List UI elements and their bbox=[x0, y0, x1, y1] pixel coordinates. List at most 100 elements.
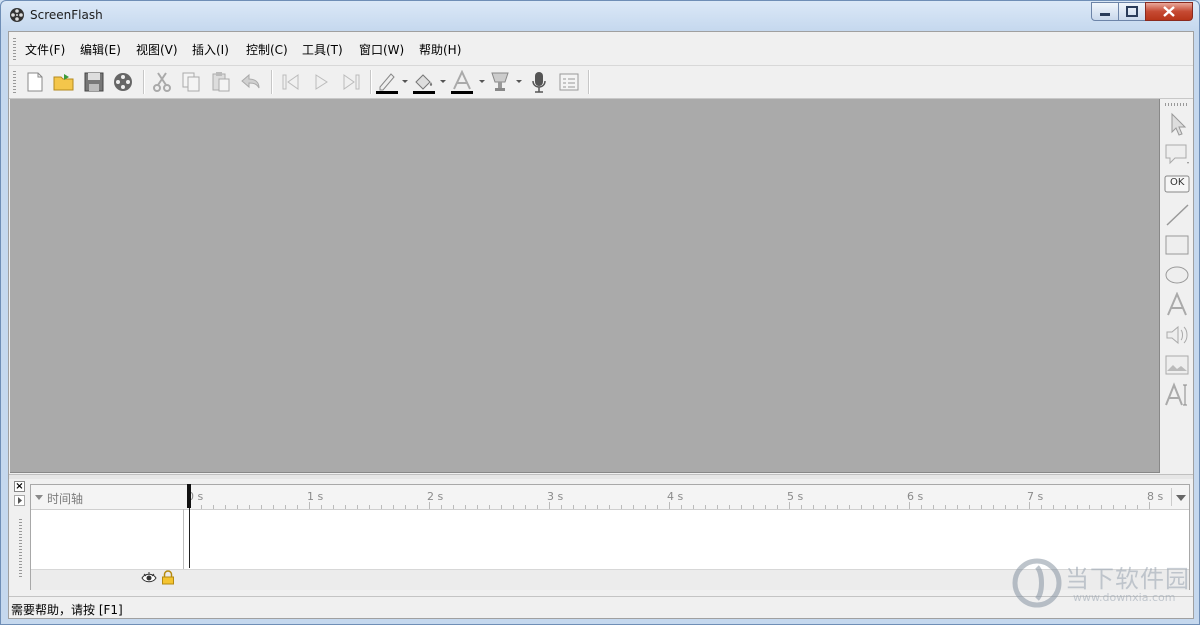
menu-window[interactable]: 窗口(W) bbox=[359, 41, 404, 58]
playhead-handle[interactable] bbox=[187, 484, 191, 508]
ruler-minor-tick bbox=[693, 505, 694, 509]
text-color-button[interactable] bbox=[450, 69, 474, 94]
ruler-minor-tick bbox=[405, 505, 406, 509]
line-color-button[interactable] bbox=[375, 70, 399, 94]
ruler-major-tick bbox=[549, 502, 550, 509]
copy-icon bbox=[182, 72, 200, 92]
text-tool[interactable] bbox=[1163, 291, 1191, 318]
ruler-minor-tick bbox=[837, 505, 838, 509]
ruler-minor-tick bbox=[741, 505, 742, 509]
ruler-minor-tick bbox=[537, 505, 538, 509]
callout-tool[interactable] bbox=[1163, 142, 1191, 168]
maximize-button[interactable] bbox=[1118, 2, 1146, 21]
chevron-down-icon[interactable] bbox=[516, 80, 522, 83]
ruler-label: 5 s bbox=[787, 490, 804, 503]
toolbar-grip[interactable] bbox=[13, 71, 16, 93]
step-forward-icon bbox=[343, 74, 360, 90]
play-icon bbox=[315, 74, 328, 90]
lock-icon[interactable] bbox=[161, 570, 175, 585]
copy-button[interactable] bbox=[179, 70, 203, 94]
ruler-minor-tick bbox=[357, 505, 358, 509]
time-ruler[interactable]: 0 s1 s2 s3 s4 s5 s6 s7 s8 s bbox=[184, 485, 1169, 509]
title-bar[interactable]: ScreenFlash bbox=[1, 1, 1199, 31]
ruler-minor-tick bbox=[765, 505, 766, 509]
ruler-major-tick bbox=[1149, 502, 1150, 509]
text-color-icon bbox=[451, 69, 473, 94]
menu-insert[interactable]: 插入(I) bbox=[192, 41, 229, 58]
ruler-major-tick bbox=[909, 502, 910, 509]
ruler-minor-tick bbox=[513, 505, 514, 509]
menu-tools[interactable]: 工具(T) bbox=[302, 41, 343, 58]
timeline-close-button[interactable]: × bbox=[14, 481, 25, 492]
open-button[interactable] bbox=[52, 70, 76, 94]
ruler-label: 2 s bbox=[427, 490, 444, 503]
play-button[interactable] bbox=[309, 70, 333, 94]
minimize-icon bbox=[1100, 13, 1110, 16]
timeline-dropdown-button[interactable] bbox=[1171, 488, 1189, 506]
close-button[interactable] bbox=[1145, 2, 1193, 21]
new-file-icon bbox=[27, 72, 43, 92]
export-movie-button[interactable] bbox=[111, 70, 135, 94]
stage-canvas[interactable] bbox=[10, 99, 1160, 473]
panel-grip[interactable] bbox=[1165, 103, 1189, 106]
menu-help[interactable]: 帮助(H) bbox=[419, 41, 461, 58]
timeline-grip[interactable] bbox=[19, 519, 22, 579]
step-forward-button[interactable] bbox=[339, 70, 363, 94]
ruler-minor-tick bbox=[1005, 505, 1006, 509]
button-tool[interactable]: OK bbox=[1163, 171, 1191, 197]
microphone-icon bbox=[532, 72, 546, 93]
ruler-minor-tick bbox=[333, 505, 334, 509]
text-icon bbox=[1167, 291, 1187, 316]
rectangle-tool[interactable] bbox=[1163, 232, 1191, 258]
ruler-minor-tick bbox=[273, 505, 274, 509]
undo-button[interactable] bbox=[239, 70, 263, 94]
save-button[interactable] bbox=[82, 70, 106, 94]
ruler-minor-tick bbox=[897, 505, 898, 509]
toolbar bbox=[9, 65, 1193, 99]
ruler-minor-tick bbox=[657, 505, 658, 509]
menu-control[interactable]: 控制(C) bbox=[246, 41, 288, 58]
effects-button[interactable] bbox=[488, 70, 512, 94]
new-button[interactable] bbox=[23, 70, 47, 94]
step-back-button[interactable] bbox=[279, 70, 303, 94]
record-audio-button[interactable] bbox=[527, 70, 551, 94]
watermark-text: 当下软件园 bbox=[1065, 565, 1190, 593]
chevron-down-icon[interactable] bbox=[479, 80, 485, 83]
ruler-minor-tick bbox=[465, 505, 466, 509]
properties-button[interactable] bbox=[557, 70, 581, 94]
ruler-minor-tick bbox=[861, 505, 862, 509]
menu-grip[interactable] bbox=[13, 38, 16, 60]
ellipse-tool[interactable] bbox=[1163, 262, 1191, 288]
fill-color-button[interactable] bbox=[412, 70, 436, 94]
menu-view[interactable]: 视图(V) bbox=[136, 41, 178, 58]
menu-file[interactable]: 文件(F) bbox=[25, 41, 65, 58]
sound-tool[interactable] bbox=[1163, 322, 1191, 348]
ruler-minor-tick bbox=[345, 505, 346, 509]
ruler-minor-tick bbox=[933, 505, 934, 509]
ruler-minor-tick bbox=[585, 505, 586, 509]
line-tool[interactable] bbox=[1163, 202, 1191, 228]
image-tool[interactable] bbox=[1163, 352, 1191, 378]
properties-icon bbox=[559, 73, 579, 91]
ruler-minor-tick bbox=[681, 505, 682, 509]
pointer-tool[interactable] bbox=[1163, 111, 1191, 137]
triangle-down-icon[interactable] bbox=[35, 495, 43, 500]
eye-icon[interactable] bbox=[141, 571, 157, 585]
ruler-minor-tick bbox=[285, 505, 286, 509]
text-field-tool[interactable] bbox=[1163, 382, 1191, 408]
timeline-divider[interactable] bbox=[183, 509, 184, 569]
ruler-minor-tick bbox=[609, 505, 610, 509]
chevron-down-icon[interactable] bbox=[440, 80, 446, 83]
menu-bar: 文件(F) 编辑(E) 视图(V) 插入(I) 控制(C) 工具(T) 窗口(W… bbox=[9, 32, 1193, 66]
minimize-button[interactable] bbox=[1091, 2, 1119, 21]
ruler-minor-tick bbox=[1125, 505, 1126, 509]
cup-icon bbox=[491, 72, 509, 91]
cut-button[interactable] bbox=[150, 70, 174, 94]
paste-button[interactable] bbox=[209, 70, 233, 94]
ruler-major-tick bbox=[789, 502, 790, 509]
callout-icon bbox=[1165, 144, 1189, 165]
fill-color-icon bbox=[413, 74, 435, 94]
timeline-expand-button[interactable] bbox=[14, 495, 25, 506]
menu-edit[interactable]: 编辑(E) bbox=[80, 41, 121, 58]
chevron-down-icon[interactable] bbox=[402, 80, 408, 83]
